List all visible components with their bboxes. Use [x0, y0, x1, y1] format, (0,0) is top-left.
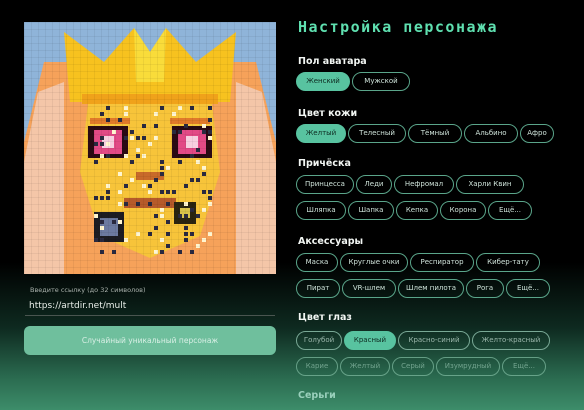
option-chip[interactable]: Корона [440, 201, 486, 220]
option-chip[interactable]: Афро [520, 124, 554, 143]
option-chip[interactable]: Нефромал [394, 175, 454, 194]
option-chip[interactable]: Шлем пилота [398, 279, 464, 298]
option-chip[interactable]: Серый [392, 357, 434, 376]
option-chip[interactable]: Альбино [464, 124, 518, 143]
option-chip[interactable]: Телесный [348, 124, 406, 143]
section-title: Аксессуары [298, 236, 364, 247]
option-chip[interactable]: Голубой [296, 331, 342, 350]
option-chip[interactable]: Карие [296, 357, 338, 376]
option-chip[interactable]: Желто-красный [472, 331, 550, 350]
random-character-button[interactable]: Случайный уникальный персонаж [24, 326, 276, 355]
option-chip[interactable]: Желтый [340, 357, 390, 376]
option-chip[interactable]: Шляпка [296, 201, 346, 220]
avatar-preview [24, 22, 276, 274]
panel-title: Настройка персонажа [298, 18, 499, 36]
option-chip[interactable]: Красный [344, 331, 396, 350]
option-chip[interactable]: Ещё... [502, 357, 546, 376]
option-chip[interactable]: Желтый [296, 124, 346, 143]
option-chip[interactable]: Харли Квин [456, 175, 524, 194]
option-chip[interactable]: Маска [296, 253, 338, 272]
option-chip[interactable]: Тёмный [408, 124, 462, 143]
option-chip[interactable]: Круглые очки [340, 253, 408, 272]
option-chip[interactable]: Женский [296, 72, 350, 91]
option-chip[interactable]: Красно-синий [398, 331, 470, 350]
option-chip[interactable]: Мужской [352, 72, 410, 91]
pixel-avatar-image [24, 22, 276, 274]
section-title: Пол аватара [298, 56, 367, 67]
option-chip[interactable]: Ещё... [506, 279, 550, 298]
option-chip[interactable]: Шапка [348, 201, 394, 220]
link-hint-label: Введите ссылку (до 32 символов) [30, 286, 146, 294]
option-chip[interactable]: Пират [296, 279, 340, 298]
section-title: Цвет кожи [298, 108, 358, 119]
option-chip[interactable]: Кибер-тату [476, 253, 540, 272]
option-chip[interactable]: Рога [466, 279, 504, 298]
link-input[interactable] [25, 296, 275, 316]
section-title: Серьги [298, 390, 336, 401]
option-chip[interactable]: VR-шлем [342, 279, 396, 298]
option-chip[interactable]: Леди [356, 175, 392, 194]
option-chip[interactable]: Изумрудный [436, 357, 500, 376]
section-title: Цвет глаз [298, 312, 352, 323]
section-title: Причёска [298, 158, 351, 169]
option-chip[interactable]: Ещё... [488, 201, 532, 220]
option-chip[interactable]: Принцесса [296, 175, 354, 194]
option-chip[interactable]: Кепка [396, 201, 438, 220]
option-chip[interactable]: Респиратор [410, 253, 474, 272]
